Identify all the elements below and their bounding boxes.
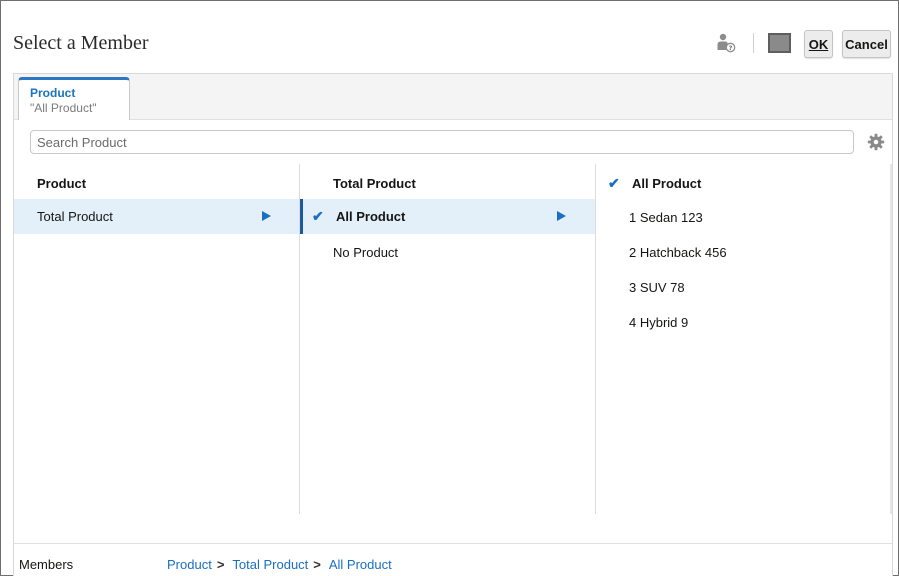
member-selector-panel: Product "All Product" Search Product Pro… <box>13 73 893 576</box>
list-item-no-product[interactable]: No Product <box>300 235 595 270</box>
tab-subtitle: "All Product" <box>30 101 97 115</box>
list-item[interactable]: 4 Hybrid 9 <box>596 305 890 340</box>
user-help-icon[interactable]: ? <box>715 32 737 54</box>
list-item-label: Total Product <box>37 209 113 224</box>
list-item[interactable]: 3 SUV 78 <box>596 270 890 305</box>
dialog-header: Select a Member ? OK Cancel <box>1 1 898 71</box>
breadcrumb-link[interactable]: Total Product <box>232 557 308 572</box>
column-total-product: Total Product ✔ All Product No Product <box>300 164 596 514</box>
scrollbar[interactable] <box>890 164 892 514</box>
svg-text:?: ? <box>729 44 733 52</box>
column-product: Product Total Product <box>14 164 300 514</box>
list-item-total-product[interactable]: Total Product <box>14 199 299 234</box>
expand-arrow-icon[interactable] <box>262 211 271 221</box>
members-label: Members <box>19 557 74 572</box>
column-header: Total Product <box>333 176 416 191</box>
list-item-label: No Product <box>333 245 399 260</box>
column-all-product: ✔ All Product 1 Sedan 123 2 Hatchback 45… <box>596 164 890 514</box>
list-item[interactable]: 1 Sedan 123 <box>596 200 890 235</box>
breadcrumb-separator: > <box>216 557 225 572</box>
list-item-label: 2 Hatchback 456 <box>629 245 727 260</box>
check-icon: ✔ <box>312 208 324 224</box>
dialog-title: Select a Member <box>13 32 149 54</box>
column-header: Product <box>37 176 87 191</box>
gear-icon[interactable] <box>867 133 885 151</box>
expand-arrow-icon[interactable] <box>557 211 566 221</box>
breadcrumb-separator: > <box>313 557 321 572</box>
list-item-label: 3 SUV 78 <box>629 280 685 295</box>
check-icon: ✔ <box>608 175 620 191</box>
breadcrumb-link[interactable]: Product <box>167 557 212 572</box>
list-item-label: 1 Sedan 123 <box>629 210 703 225</box>
header-divider <box>753 33 754 53</box>
breadcrumb-link[interactable]: All Product <box>329 557 392 572</box>
tab-product[interactable]: Product "All Product" <box>18 77 130 120</box>
members-footer: Members Product > Total Product > All Pr… <box>14 543 892 576</box>
list-item-all-product[interactable]: ✔ All Product <box>300 199 595 234</box>
list-item-label: All Product <box>336 209 406 224</box>
breadcrumb: Product > Total Product > All Product <box>167 557 392 572</box>
focus-indicator <box>300 199 303 234</box>
ok-button[interactable]: OK <box>804 30 833 58</box>
cancel-button[interactable]: Cancel <box>842 30 891 58</box>
column-header[interactable]: All Product <box>632 176 701 191</box>
select-member-dialog: Select a Member ? OK Cancel Product "All… <box>0 0 899 576</box>
list-item[interactable]: 2 Hatchback 456 <box>596 235 890 270</box>
tab-title: Product <box>30 86 76 100</box>
color-swatch-button[interactable] <box>768 33 791 53</box>
dimension-tabstrip: Product "All Product" <box>14 74 892 120</box>
search-input[interactable] <box>30 130 854 154</box>
list-item-label: 4 Hybrid 9 <box>629 315 689 330</box>
